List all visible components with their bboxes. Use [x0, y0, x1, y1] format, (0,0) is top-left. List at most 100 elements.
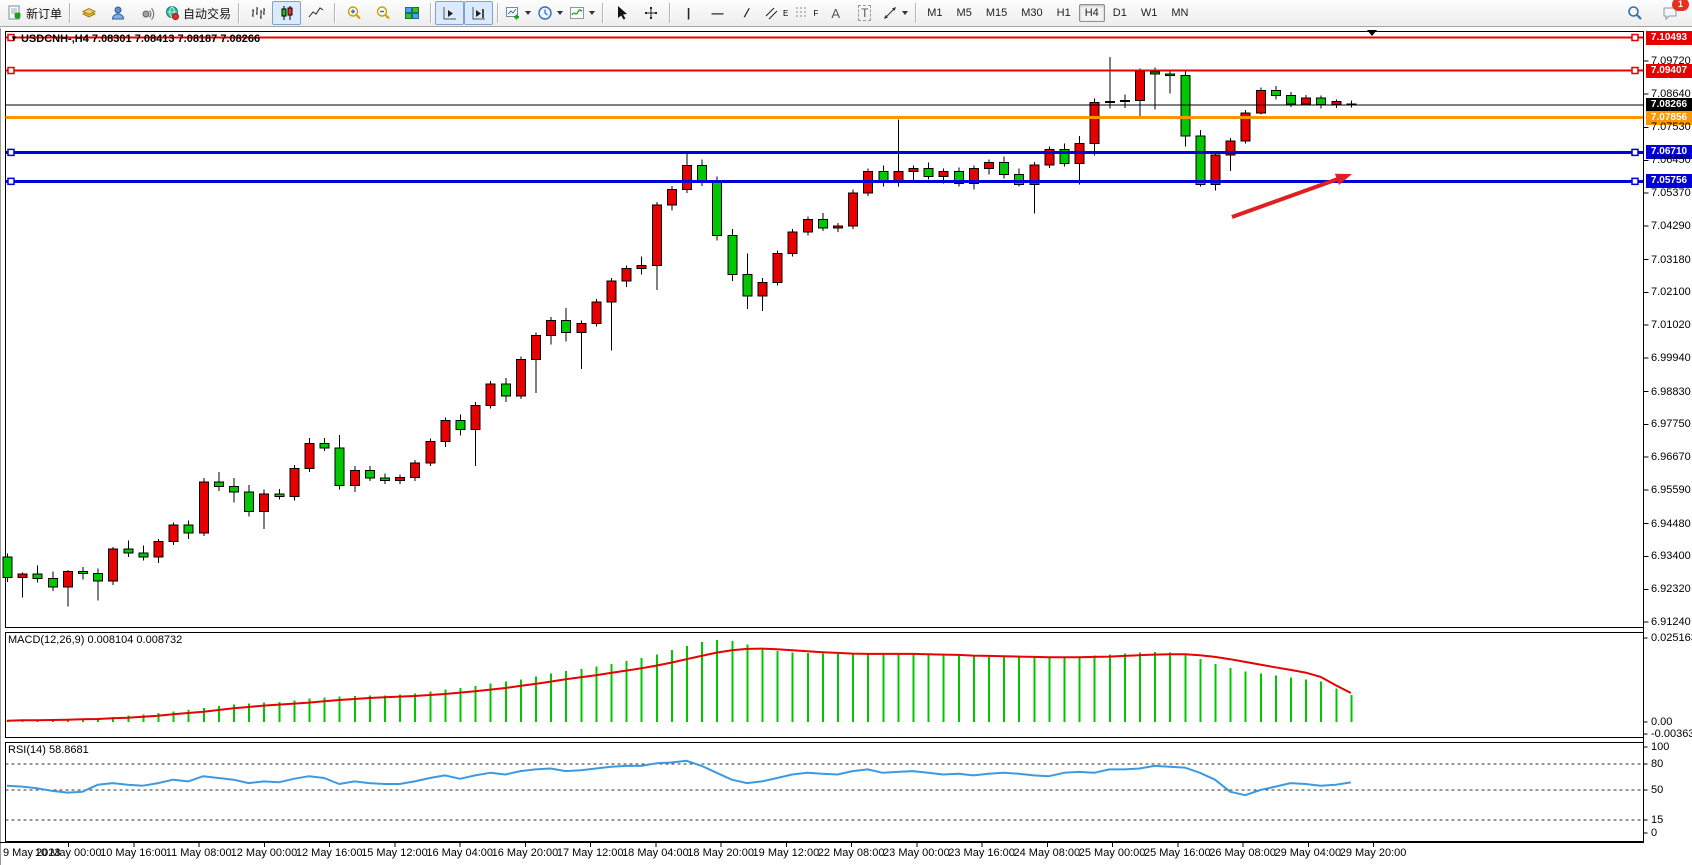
label-tool[interactable]: T [850, 1, 879, 25]
auto-trading-button[interactable]: 自动交易 [161, 1, 234, 25]
arrows-tool[interactable] [879, 1, 911, 25]
macd-panel-title: MACD(12,26,9) 0.008104 0.008732 [8, 634, 182, 646]
rsi-axis-label: 50 [1651, 784, 1663, 796]
date-label: 19 May 12:00 [753, 847, 820, 859]
timeframe-button-m30[interactable]: M30 [1015, 4, 1048, 22]
new-order-icon [7, 5, 23, 21]
date-label: 18 May 20:00 [687, 847, 754, 859]
rsi-axis-label: 0 [1651, 827, 1657, 839]
macd-axis-label: 0.00 [1651, 716, 1672, 728]
cursor-icon [614, 5, 630, 21]
separator [669, 3, 670, 23]
date-label: 29 May 20:00 [1340, 847, 1407, 859]
vline-glyph: | [687, 6, 690, 20]
macd-axis-label: 0.025163 [1651, 632, 1692, 644]
notifications-button[interactable]: 1 [1655, 1, 1684, 25]
profiles-button[interactable] [534, 1, 566, 25]
new-order-button[interactable]: 新订单 [4, 1, 65, 25]
date-label: 16 May 04:00 [426, 847, 493, 859]
separator [334, 3, 335, 23]
channel-tool[interactable]: E [761, 1, 791, 25]
rsi-axis-label: 15 [1651, 814, 1663, 826]
bar-chart-icon [250, 5, 266, 21]
auto-trading-icon [164, 5, 180, 21]
text-tool[interactable]: A [821, 1, 850, 25]
chart-symbol-timeframe: USDCNH-,H4 [21, 33, 89, 45]
timeframe-button-w1[interactable]: W1 [1135, 4, 1164, 22]
chart-window[interactable] [0, 28, 1692, 865]
chart-shift-marker[interactable] [1367, 30, 1377, 36]
zoom-in-icon [346, 5, 362, 21]
price-tick-label: 6.95590 [1651, 484, 1691, 496]
search-button[interactable] [1620, 1, 1649, 25]
date-label: 25 May 00:00 [1079, 847, 1146, 859]
date-label: 12 May 00:00 [231, 847, 298, 859]
trendline-glyph: / [742, 6, 750, 20]
history-center-button[interactable] [74, 1, 103, 25]
symbol-dropdown-icon[interactable]: ▼ [10, 34, 18, 43]
timeframe-button-m1[interactable]: M1 [921, 4, 948, 22]
person-icon [110, 5, 126, 21]
timeframe-button-h4[interactable]: H4 [1079, 4, 1105, 22]
timeframe-button-m15[interactable]: M15 [980, 4, 1013, 22]
timeframe-button-d1[interactable]: D1 [1107, 4, 1133, 22]
price-tick-label: 6.97750 [1651, 418, 1691, 430]
market-watch-button[interactable] [103, 1, 132, 25]
line-chart-icon [308, 5, 324, 21]
zoom-in-button[interactable] [339, 1, 368, 25]
text-glyph: A [831, 6, 840, 21]
date-label: 11 May 08:00 [166, 847, 232, 859]
date-label: 17 May 12:00 [557, 847, 624, 859]
channel-glyph: E [783, 9, 788, 18]
date-label: 22 May 08:00 [818, 847, 885, 859]
tile-windows-button[interactable] [397, 1, 426, 25]
price-tick-label: 6.92320 [1651, 583, 1691, 595]
label-glyph: T [858, 5, 871, 21]
fibonacci-tool[interactable]: F [791, 1, 821, 25]
rsi-axis-label: 100 [1651, 741, 1669, 753]
price-tick-label: 7.07530 [1651, 121, 1691, 133]
date-label: 25 May 16:00 [1144, 847, 1211, 859]
indicators-icon [569, 5, 585, 21]
crosshair-tool-button[interactable] [636, 1, 665, 25]
cursor-tool-button[interactable] [607, 1, 636, 25]
fibonacci-icon [794, 5, 810, 21]
chart-shift-button[interactable] [464, 1, 493, 25]
timeframe-button-mn[interactable]: MN [1165, 4, 1194, 22]
horizontal-line-tool[interactable]: — [703, 1, 732, 25]
zoom-out-button[interactable] [368, 1, 397, 25]
broadcast-button[interactable] [132, 1, 161, 25]
auto-scroll-icon [442, 5, 458, 21]
price-tick-label: 6.91240 [1651, 616, 1691, 628]
new-chart-button[interactable] [502, 1, 534, 25]
toolbar: 新订单 自动交易 [0, 0, 1692, 27]
dropdown-caret [902, 11, 908, 15]
date-label: 29 May 04:00 [1274, 847, 1341, 859]
hline-glyph: — [712, 6, 724, 20]
separator [915, 3, 916, 23]
price-tick-label: 7.03180 [1651, 254, 1691, 266]
separator [602, 3, 603, 23]
vertical-line-tool[interactable]: | [674, 1, 703, 25]
indicators-button[interactable] [566, 1, 598, 25]
line-chart-button[interactable] [301, 1, 330, 25]
arrows-icon [882, 5, 898, 21]
date-label: 24 May 08:00 [1014, 847, 1081, 859]
bar-chart-button[interactable] [243, 1, 272, 25]
price-tick-label: 7.02100 [1651, 286, 1691, 298]
candlestick-chart-button[interactable] [272, 1, 301, 25]
price-tick-label: 6.94480 [1651, 518, 1691, 530]
timeframe-button-m5[interactable]: M5 [951, 4, 978, 22]
speaker-icon [139, 5, 155, 21]
auto-scroll-button[interactable] [435, 1, 464, 25]
notification-badge: 1 [1672, 0, 1689, 11]
separator [497, 3, 498, 23]
trendline-tool[interactable]: / [732, 1, 761, 25]
dropdown-caret [557, 11, 563, 15]
price-tick-label: 7.06450 [1651, 154, 1691, 166]
date-label: 10 May 00:00 [35, 847, 102, 859]
tile-windows-icon [404, 5, 420, 21]
timeframe-button-h1[interactable]: H1 [1051, 4, 1077, 22]
date-label: 16 May 20:00 [492, 847, 559, 859]
price-tick-label: 7.05370 [1651, 187, 1691, 199]
